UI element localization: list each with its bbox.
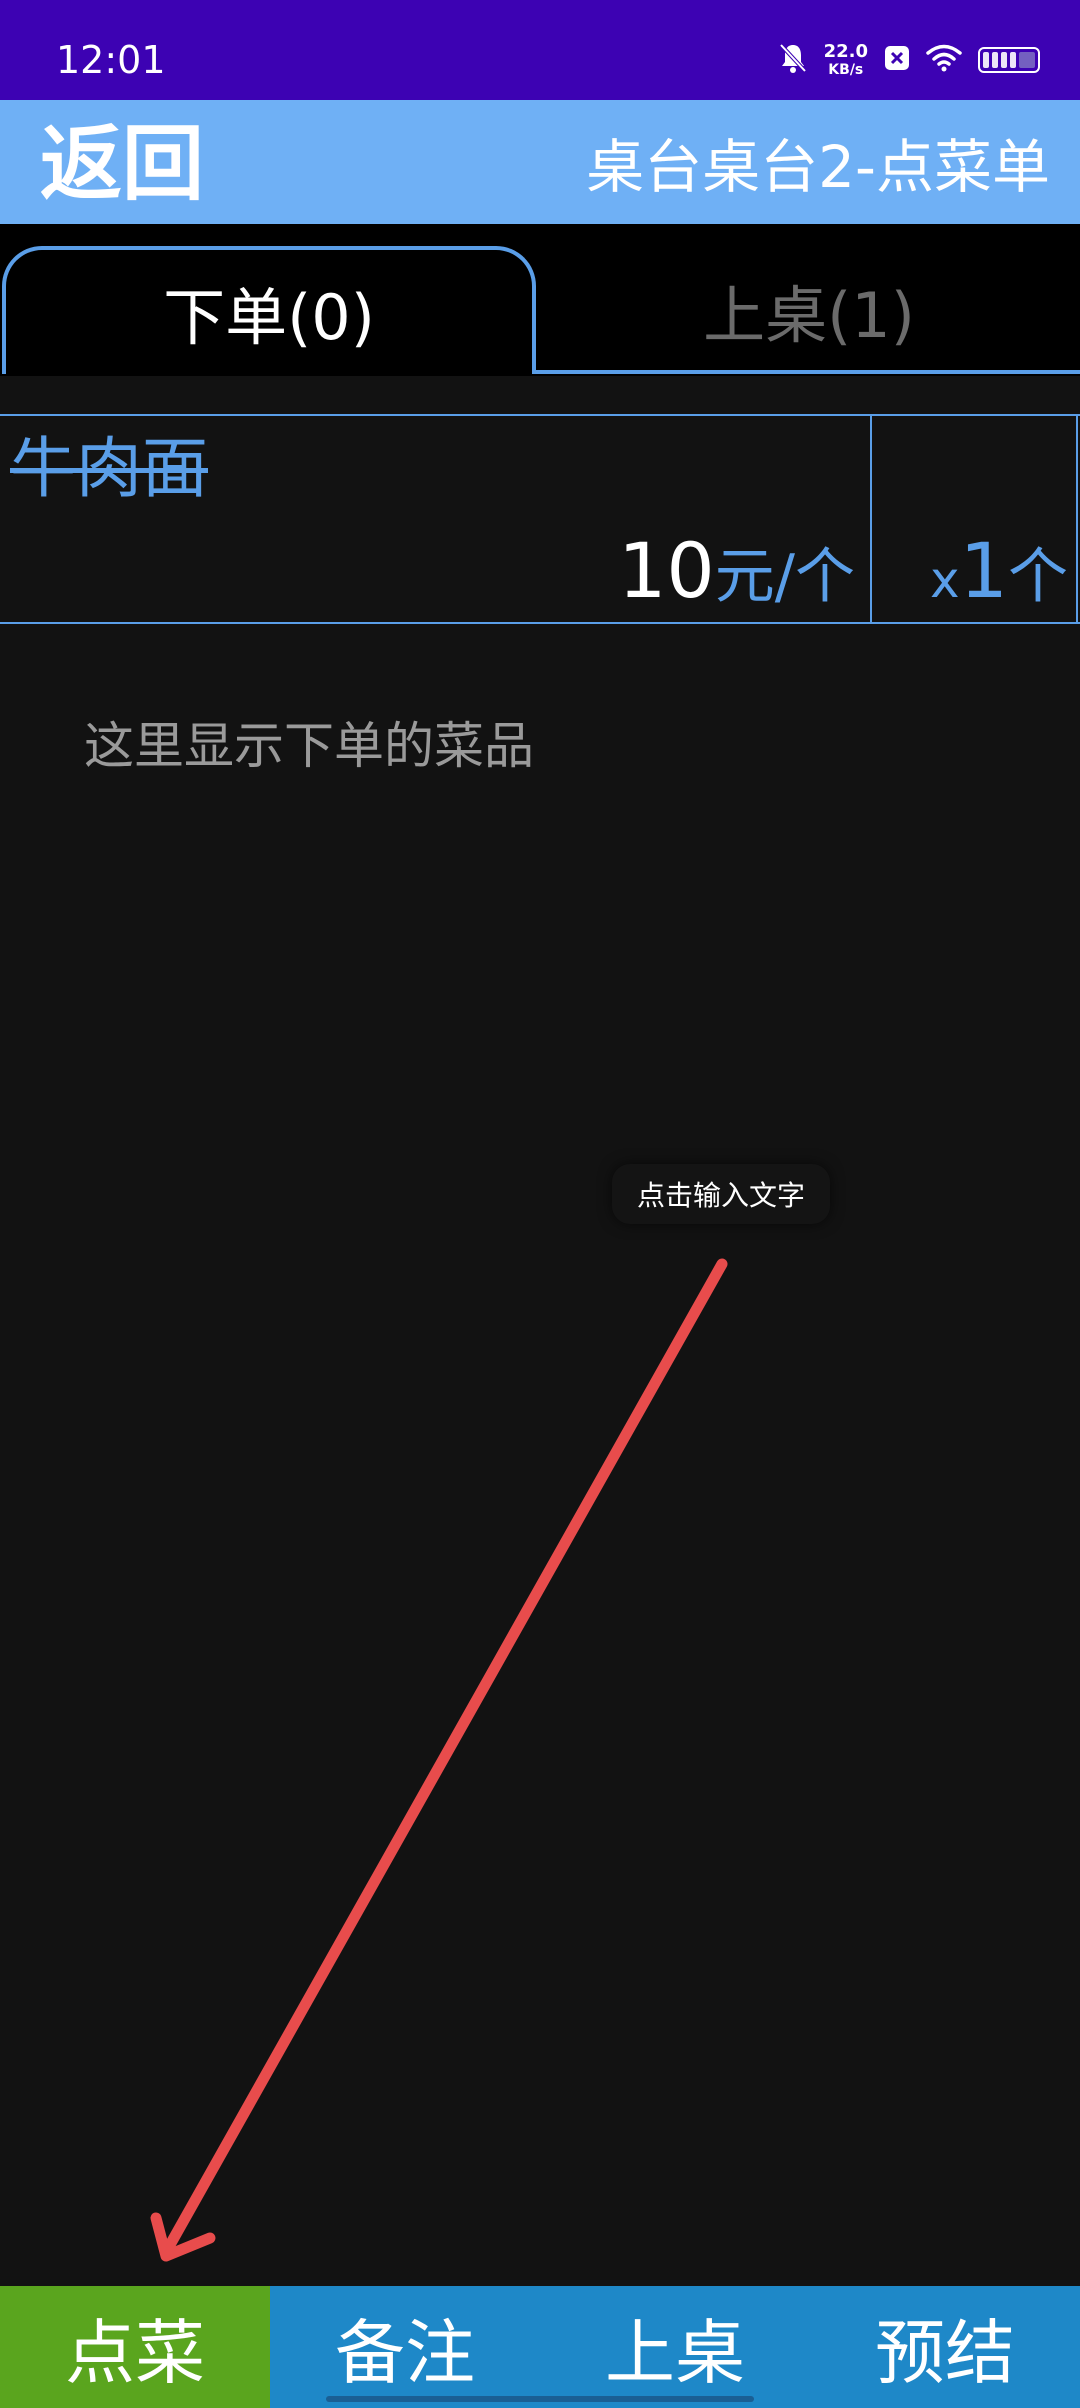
- home-indicator[interactable]: [326, 2396, 754, 2402]
- serve-button[interactable]: 上桌: [540, 2286, 810, 2408]
- order-dish-button[interactable]: 点菜: [0, 2286, 270, 2408]
- dish-price-unit: 元/个: [714, 542, 855, 612]
- mute-bell-icon: [778, 42, 808, 78]
- empty-hint: 这里显示下单的菜品: [84, 717, 534, 775]
- text-input-tooltip[interactable]: 点击输入文字: [612, 1164, 830, 1224]
- battery-icon: [978, 47, 1040, 73]
- bottom-nav: 点菜 备注 上桌 预结: [0, 2286, 1080, 2408]
- page-title: 桌台桌台2-点菜单: [586, 133, 1050, 201]
- net-speed: 22.0 KB/s: [823, 41, 868, 78]
- status-bar: 12:01 22.0 KB/s: [0, 0, 1080, 100]
- pre-checkout-button[interactable]: 预结: [810, 2286, 1080, 2408]
- tab-underline: [536, 370, 1080, 374]
- header-bar: 返回 桌台桌台2-点菜单: [0, 100, 1080, 224]
- dish-price: 10元/个: [618, 526, 855, 637]
- tab-bar: 下单(0) 上桌(1): [0, 224, 1080, 376]
- quantity-text: x1个: [930, 526, 1068, 637]
- wifi-icon: [926, 44, 962, 76]
- dish-name: 牛肉面: [10, 430, 208, 507]
- quantity-box[interactable]: x1个: [870, 416, 1078, 622]
- status-time: 12:01: [56, 38, 166, 82]
- quantity-value: 1: [959, 526, 1008, 615]
- status-icons: 22.0 KB/s: [778, 40, 1040, 80]
- close-box-icon: [884, 45, 910, 75]
- dish-row[interactable]: 牛肉面 10元/个 x1个: [0, 414, 1080, 624]
- back-button[interactable]: 返回: [40, 110, 204, 220]
- net-speed-unit: KB/s: [828, 62, 864, 78]
- net-speed-value: 22.0: [823, 41, 868, 62]
- quantity-prefix: x: [930, 551, 960, 609]
- quantity-unit: 个: [1008, 542, 1068, 612]
- note-button[interactable]: 备注: [270, 2286, 540, 2408]
- tab-served[interactable]: 上桌(1): [540, 246, 1078, 374]
- tab-order[interactable]: 下单(0): [2, 246, 536, 374]
- dish-price-value: 10: [618, 526, 715, 615]
